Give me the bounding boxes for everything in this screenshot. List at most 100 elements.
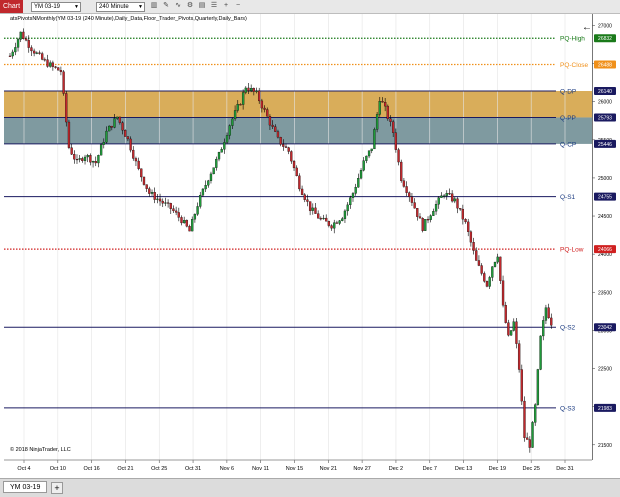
candle-body bbox=[539, 335, 542, 370]
candle-body bbox=[459, 208, 462, 210]
y-tick-label: 22500 bbox=[598, 367, 612, 373]
strategy-icon[interactable]: ⚙ bbox=[186, 2, 194, 10]
level-price-label: 23042 bbox=[598, 325, 612, 331]
candle-body bbox=[86, 155, 89, 158]
candle-body bbox=[35, 52, 38, 54]
candle-body bbox=[547, 307, 550, 319]
candle-body bbox=[467, 221, 470, 232]
x-tick-label: Nov 21 bbox=[320, 466, 337, 472]
candle-body bbox=[515, 321, 518, 344]
candle-body bbox=[239, 104, 242, 106]
candle-body bbox=[330, 225, 333, 229]
x-tick-label: Oct 16 bbox=[84, 466, 100, 472]
candle-body bbox=[375, 114, 379, 130]
candle-body bbox=[359, 170, 363, 179]
candle-body bbox=[343, 210, 347, 219]
level-name-pq-low: PQ-Low bbox=[560, 247, 584, 254]
candle-body bbox=[491, 266, 494, 278]
candle-body bbox=[499, 256, 502, 281]
back-arrow-icon[interactable]: ← bbox=[582, 22, 592, 33]
properties-icon[interactable]: ☰ bbox=[210, 2, 218, 10]
candle-body bbox=[544, 307, 548, 321]
candle-body bbox=[260, 100, 264, 109]
candle-body bbox=[512, 321, 515, 331]
interval-value: 240 Minute bbox=[99, 4, 129, 10]
candle-body bbox=[381, 101, 384, 103]
candle-body bbox=[322, 217, 325, 220]
candle-body bbox=[158, 198, 162, 202]
candle-body bbox=[413, 202, 416, 209]
candle-body bbox=[250, 88, 253, 91]
zoom-out-icon[interactable]: − bbox=[234, 2, 242, 10]
candle-body bbox=[274, 126, 277, 132]
level-name-q-dp: Q-DP bbox=[560, 89, 576, 96]
candle-body bbox=[113, 118, 116, 128]
candle-body bbox=[496, 256, 499, 263]
level-name-q-s2: Q-S2 bbox=[560, 325, 576, 332]
candle-body bbox=[394, 132, 398, 150]
candle-body bbox=[83, 156, 87, 161]
interval-selector[interactable]: 240 Minute ▼ bbox=[96, 2, 145, 12]
candle-body bbox=[14, 47, 17, 53]
candle-body bbox=[255, 90, 258, 92]
candle-body bbox=[174, 210, 178, 213]
candle-body bbox=[142, 176, 146, 185]
candle-body bbox=[442, 195, 446, 197]
candle-body bbox=[46, 59, 49, 67]
candle-body bbox=[75, 159, 79, 161]
candle-body bbox=[300, 188, 304, 195]
candle-body bbox=[408, 192, 411, 197]
tab-bar: YM 03-19 + bbox=[0, 478, 620, 497]
candle-body bbox=[172, 208, 175, 212]
candle-body bbox=[126, 136, 130, 140]
draw-icon[interactable]: ✎ bbox=[162, 2, 170, 10]
candle-body bbox=[110, 125, 113, 128]
candle-body bbox=[400, 161, 403, 181]
candle-body bbox=[472, 242, 475, 251]
candle-body bbox=[303, 194, 306, 200]
candle-body bbox=[67, 121, 71, 148]
candle-body bbox=[475, 250, 478, 261]
candle-body bbox=[268, 116, 272, 126]
candle-body bbox=[526, 437, 529, 440]
instrument-value: YM 03-19 bbox=[34, 4, 61, 10]
candle-body bbox=[164, 202, 167, 204]
candle-body bbox=[43, 59, 46, 61]
candle-body bbox=[16, 39, 20, 48]
bar-style-icon[interactable]: ▥ bbox=[150, 2, 158, 10]
indicator-icon[interactable]: ∿ bbox=[174, 2, 182, 10]
candle-body bbox=[488, 277, 491, 287]
candle-body bbox=[150, 192, 154, 194]
instrument-selector[interactable]: YM 03-19 ▼ bbox=[31, 2, 81, 12]
zoom-in-icon[interactable]: + bbox=[222, 2, 230, 10]
candle-body bbox=[480, 265, 483, 274]
x-tick-label: Dec 7 bbox=[423, 466, 437, 472]
candle-body bbox=[57, 67, 60, 71]
chart-area[interactable]: Oct 4 Oct 10 Oct 16 Oct 21 Oct 25 Oct 31 Nov 6… bbox=[0, 14, 620, 478]
template-icon[interactable]: ▤ bbox=[198, 2, 206, 10]
candle-body bbox=[437, 197, 440, 205]
y-tick-label: 26000 bbox=[598, 100, 612, 106]
candle-body bbox=[247, 87, 250, 91]
candle-body bbox=[209, 173, 213, 181]
candle-body bbox=[124, 130, 127, 137]
candle-body bbox=[225, 135, 229, 143]
candle-body bbox=[196, 206, 199, 215]
chart-svg: Oct 4 Oct 10 Oct 16 Oct 21 Oct 25 Oct 31 Nov 6… bbox=[4, 14, 616, 472]
chart-menu-button[interactable]: Chart bbox=[0, 0, 23, 13]
level-price-label: 24066 bbox=[598, 247, 612, 253]
candle-body bbox=[432, 211, 435, 216]
add-tab-button[interactable]: + bbox=[51, 482, 63, 494]
y-tick-label: 24500 bbox=[598, 214, 612, 220]
y-tick-label: 27000 bbox=[598, 23, 612, 29]
candle-body bbox=[73, 154, 76, 160]
candle-body bbox=[282, 144, 285, 147]
candle-body bbox=[177, 212, 180, 218]
candle-body bbox=[351, 193, 355, 198]
level-price-label: 24755 bbox=[598, 195, 612, 201]
price-panel[interactable]: Oct 4 Oct 10 Oct 16 Oct 21 Oct 25 Oct 31 Nov 6… bbox=[4, 14, 616, 472]
candle-body bbox=[220, 149, 223, 153]
candle-body bbox=[483, 273, 486, 282]
tab-ym-03-19[interactable]: YM 03-19 bbox=[3, 481, 47, 493]
x-tick-label: Oct 21 bbox=[117, 466, 133, 472]
